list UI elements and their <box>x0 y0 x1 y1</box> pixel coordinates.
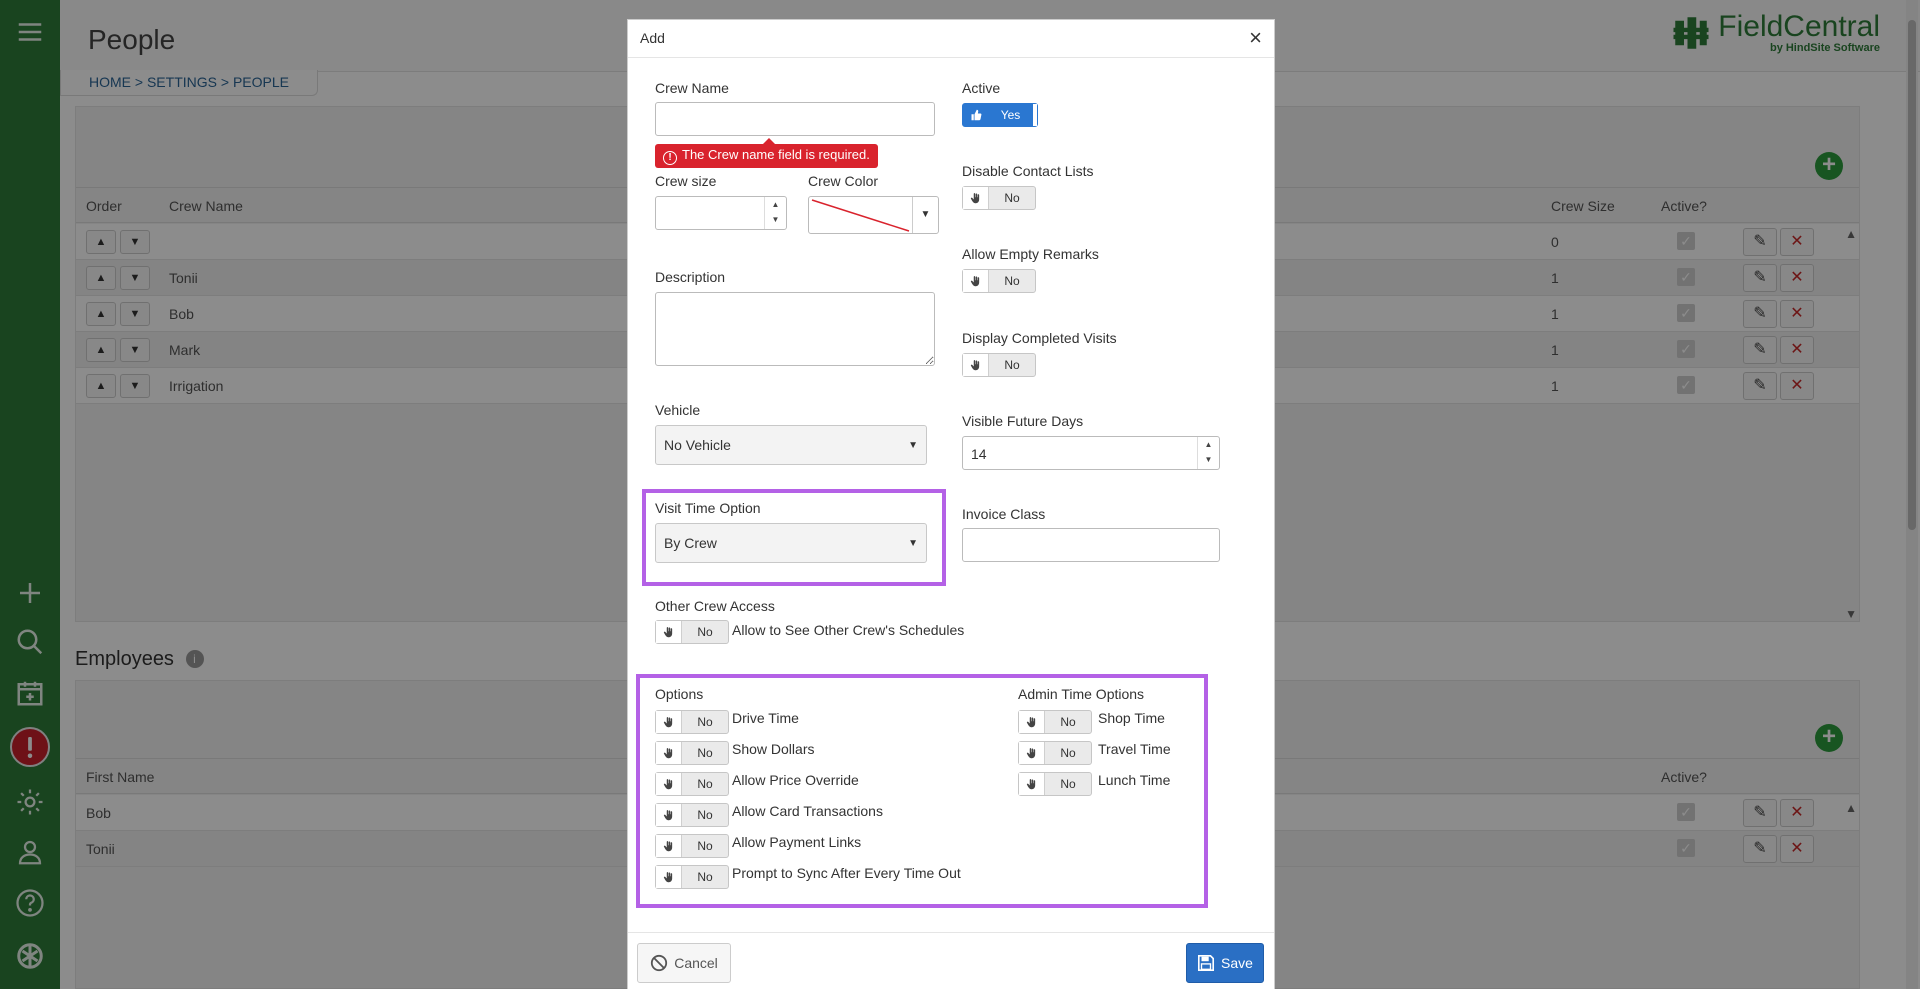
other-crew-access-label: Other Crew Access <box>655 598 775 614</box>
crew-name-error: ! The Crew name field is required. <box>655 138 878 168</box>
error-icon: ! <box>663 151 677 165</box>
cancel-circle-icon <box>651 954 668 972</box>
crew-color-label: Crew Color <box>808 173 879 189</box>
crew-name-error-text: The Crew name field is required. <box>682 147 870 162</box>
disable-contact-lists-label: Disable Contact Lists <box>962 163 1094 179</box>
allow-empty-remarks-toggle[interactable]: No <box>962 269 1036 293</box>
vehicle-label: Vehicle <box>655 402 701 418</box>
invoice-class-input[interactable] <box>962 528 1220 562</box>
hand-icon <box>963 187 989 209</box>
display-completed-visits-label: Display Completed Visits <box>962 330 1117 346</box>
modal-title: Add <box>640 30 665 46</box>
other-crew-access-text: Allow to See Other Crew's Schedules <box>732 622 965 638</box>
save-label: Save <box>1221 955 1253 971</box>
active-label: Active <box>962 80 1001 96</box>
thumbs-up-icon <box>963 104 989 126</box>
crew-size-label: Crew size <box>655 173 717 189</box>
floppy-icon <box>1198 954 1215 972</box>
no-color-swatch <box>811 199 910 232</box>
visible-future-days-value: 14 <box>971 446 987 462</box>
stepper-arrows[interactable]: ▲ ▼ <box>764 197 786 229</box>
hand-icon <box>963 354 989 376</box>
vehicle-select-value: No Vehicle <box>664 437 731 453</box>
other-crew-access-toggle[interactable]: No <box>655 620 729 644</box>
add-crew-modal: Add × Crew Name ! The Crew name field is … <box>627 19 1275 990</box>
highlight-options <box>636 674 1208 908</box>
stepper-arrows[interactable]: ▲ ▼ <box>1197 437 1219 469</box>
save-button[interactable]: Save <box>1186 943 1264 983</box>
display-completed-visits-value: No <box>1004 358 1020 372</box>
invoice-class-label: Invoice Class <box>962 506 1046 522</box>
disable-contact-lists-value: No <box>1004 191 1020 205</box>
modal-footer: Cancel Save <box>628 932 1274 990</box>
hand-icon <box>963 270 989 292</box>
crew-color-picker[interactable]: ▼ <box>808 196 939 234</box>
crew-size-stepper[interactable]: ▲ ▼ <box>655 196 787 230</box>
cancel-button[interactable]: Cancel <box>637 943 731 983</box>
crew-name-label: Crew Name <box>655 80 729 96</box>
disable-contact-lists-toggle[interactable]: No <box>962 186 1036 210</box>
active-toggle[interactable]: Yes <box>962 103 1038 127</box>
close-icon[interactable]: × <box>1249 25 1262 51</box>
cancel-label: Cancel <box>674 955 718 971</box>
chevron-down-icon[interactable]: ▼ <box>912 197 938 233</box>
toggle-knob <box>1032 104 1037 126</box>
visible-future-days-stepper[interactable]: 14 ▲ ▼ <box>962 436 1220 470</box>
description-textarea[interactable] <box>655 292 935 366</box>
visible-future-days-label: Visible Future Days <box>962 413 1084 429</box>
active-toggle-value: Yes <box>1000 108 1021 122</box>
display-completed-visits-toggle[interactable]: No <box>962 353 1036 377</box>
allow-empty-remarks-value: No <box>1004 274 1020 288</box>
description-label: Description <box>655 269 726 285</box>
vehicle-select[interactable]: No Vehicle ▼ <box>655 425 927 465</box>
highlight-visit-time <box>642 489 946 586</box>
modal-header: Add × <box>628 20 1274 58</box>
allow-empty-remarks-label: Allow Empty Remarks <box>962 246 1099 262</box>
hand-icon <box>656 621 682 643</box>
chevron-down-icon: ▼ <box>908 440 918 451</box>
other-crew-access-value: No <box>697 625 713 639</box>
crew-name-input[interactable] <box>655 102 935 136</box>
